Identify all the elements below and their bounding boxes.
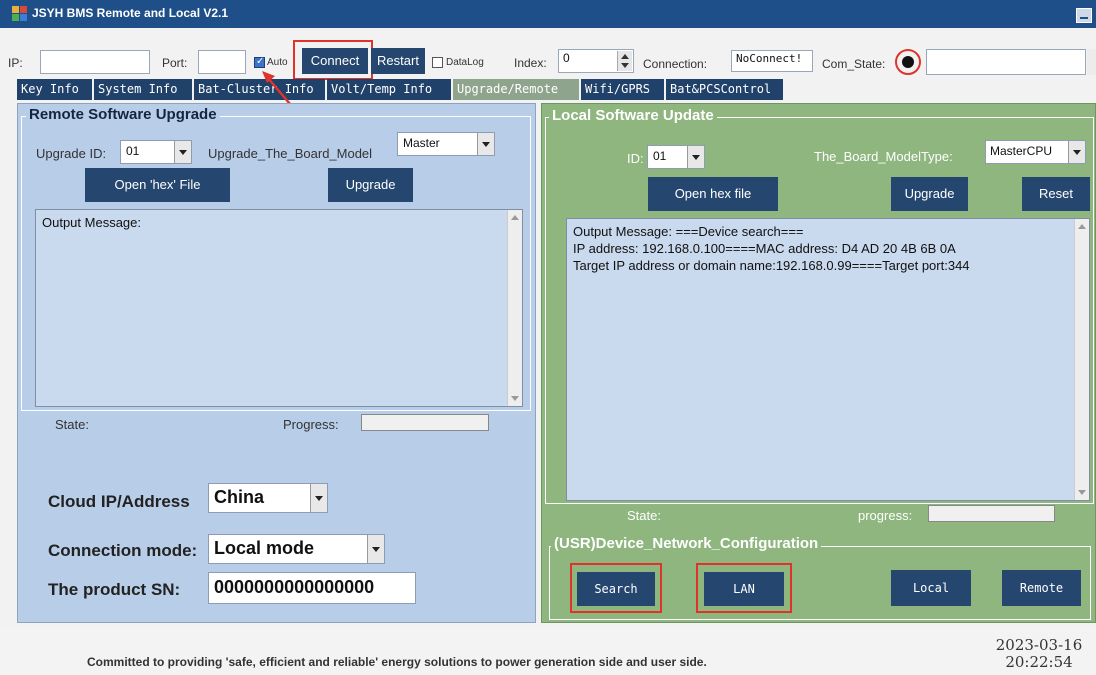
remote-output-scrollbar[interactable] [507,210,522,406]
remote-progress-bar [361,414,489,431]
port-input[interactable] [198,50,246,74]
port-label: Port: [162,56,188,70]
title-bar: JSYH BMS Remote and Local V2.1 [0,0,1096,28]
remote-progress-label: Progress: [283,417,339,432]
footer-slogan: Committed to providing 'safe, efficient … [87,655,707,669]
local-open-hex-button[interactable]: Open hex file [648,177,778,211]
local-output-line: Target IP address or domain name:192.168… [573,258,970,273]
tab-wifi-gprs[interactable]: Wifi/GPRS [581,79,664,100]
chevron-down-icon [477,133,494,155]
reset-button[interactable]: Reset [1022,177,1090,211]
cloud-address-select[interactable]: China [208,483,328,513]
local-id-select[interactable]: 01 [647,145,705,169]
comstate-indicator-icon [902,56,914,68]
local-id-value: 01 [653,149,667,163]
datalog-checkbox[interactable] [432,57,443,68]
window-title: JSYH BMS Remote and Local V2.1 [32,6,229,20]
connection-mode-label: Connection mode: [48,541,198,560]
stepper-arrows-icon[interactable] [617,51,632,71]
remote-button[interactable]: Remote [1002,570,1081,606]
local-id-label: ID: [627,151,644,166]
remote-output-text: Output Message: [42,215,141,230]
network-config-title: (USR)Device_Network_Configuration [551,535,822,552]
chevron-down-icon [367,535,384,563]
local-upgrade-button[interactable]: Upgrade [891,177,968,211]
restart-button[interactable]: Restart [371,48,425,74]
cloud-address-label: Cloud IP/Address [48,492,190,511]
ip-input[interactable] [40,50,150,74]
app-logo-icon [12,6,27,21]
connection-label: Connection: [643,57,708,71]
connection-mode-select[interactable]: Local mode [208,534,385,564]
chevron-down-icon [310,484,327,512]
product-sn-value: 0000000000000000 [214,577,375,597]
connection-status: NoConnect! [731,50,813,72]
comstate-label: Com_State: [822,57,886,71]
upgrade-id-value: 01 [126,144,140,158]
local-button[interactable]: Local [891,570,971,606]
product-sn-input[interactable]: 0000000000000000 [208,572,416,604]
clock: 2023-03-16 20:22:54 [985,637,1093,671]
ip-label: IP: [8,56,23,70]
index-stepper[interactable]: 0 [558,49,634,73]
local-output-line: IP address: 192.168.0.100====MAC address… [573,241,956,256]
tab-volt-temp-info[interactable]: Volt/Temp Info [327,79,451,100]
tab-key-info[interactable]: Key Info [17,79,92,100]
local-model-label: The_Board_ModelType: [814,149,953,164]
comstate-textbox[interactable] [926,49,1086,75]
chevron-down-icon [174,141,191,163]
open-hex-file-button[interactable]: Open 'hex' File [85,168,230,202]
tab-upgrade-remote[interactable]: Upgrade/Remote [453,79,579,100]
local-output-scrollbar[interactable] [1074,219,1089,500]
auto-label: Auto [267,57,288,68]
remote-upgrade-button[interactable]: Upgrade [328,168,413,202]
index-value: 0 [563,51,570,65]
upgrade-id-select[interactable]: 01 [120,140,192,164]
local-progress-bar [928,505,1055,522]
local-output-textbox[interactable]: Output Message: ===Device search=== IP a… [566,218,1090,501]
search-button[interactable]: Search [577,572,655,606]
connection-mode-value: Local mode [214,538,315,558]
tab-bat-pcs-control[interactable]: Bat&PCSControl [666,79,783,100]
local-group-title: Local Software Update [549,107,717,124]
board-model-label: Upgrade_The_Board_Model [208,146,373,161]
chevron-down-icon [687,146,704,168]
board-model-select[interactable]: Master [397,132,495,156]
remote-group-title: Remote Software Upgrade [26,106,220,123]
local-output-line: Output Message: ===Device search=== [573,224,804,239]
clock-date: 2023-03-16 [995,636,1083,654]
clock-time: 20:22:54 [1005,653,1073,671]
upgrade-id-label: Upgrade ID: [36,146,107,161]
local-state-label: State: [627,508,661,523]
annotation-arrow-icon [262,71,291,105]
board-model-value: Master [403,136,440,150]
lan-button[interactable]: LAN [704,572,784,606]
local-progress-label: progress: [858,508,913,523]
remote-state-label: State: [55,417,89,432]
local-model-select[interactable]: MasterCPU [985,140,1086,164]
connect-button[interactable]: Connect [302,48,368,74]
chevron-down-icon [1068,141,1085,163]
datalog-label: DataLog [446,57,484,68]
auto-checkbox[interactable] [254,56,265,68]
product-sn-label: The product SN: [48,580,181,599]
remote-output-textbox[interactable]: Output Message: [35,209,523,407]
index-label: Index: [514,56,547,70]
comstate-scrollbar[interactable] [1087,49,1096,75]
local-model-value: MasterCPU [990,144,1053,158]
tab-system-info[interactable]: System Info [94,79,192,100]
cloud-address-value: China [214,487,265,507]
minimize-button[interactable] [1076,8,1092,23]
